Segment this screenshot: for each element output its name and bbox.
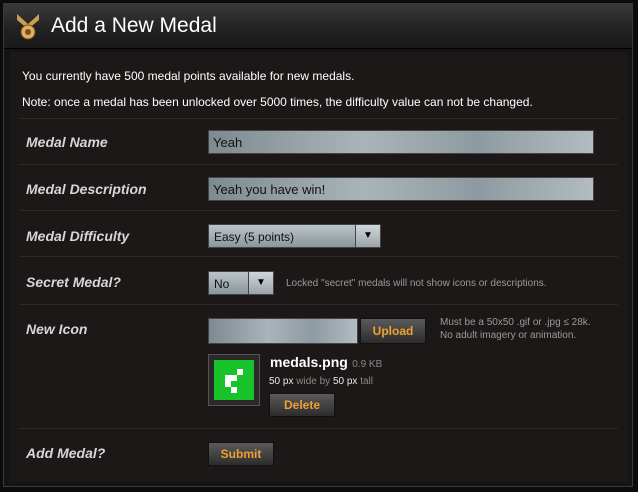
file-height: 50 px (332, 376, 358, 387)
file-dimensions: 50 px wide by 50 px tall (269, 376, 373, 387)
points-info: You currently have 500 medal points avai… (22, 69, 355, 83)
chevron-down-icon[interactable]: ▼ (355, 225, 380, 247)
secret-medal-label: Secret Medal? (26, 274, 121, 290)
file-name: medals.png (270, 354, 348, 370)
icon-file-input[interactable] (208, 318, 358, 344)
icon-preview (208, 354, 260, 406)
secret-hint: Locked "secret" medals will not show ico… (286, 278, 547, 289)
medal-icon (17, 14, 39, 40)
delete-button[interactable]: Delete (269, 393, 335, 417)
medal-description-input[interactable]: Yeah you have win! (208, 177, 594, 201)
upload-button[interactable]: Upload (360, 318, 426, 344)
form-panel: You currently have 500 medal points avai… (10, 52, 628, 482)
file-width: 50 px (269, 376, 294, 387)
difficulty-select[interactable]: Easy (5 points) ▼ (208, 224, 381, 248)
title-bar: Add a New Medal (4, 4, 632, 49)
secret-select[interactable]: No ▼ (208, 271, 274, 295)
add-medal-label: Add Medal? (26, 445, 106, 461)
submit-button[interactable]: Submit (208, 442, 274, 466)
row-add-medal (20, 428, 618, 479)
medal-difficulty-label: Medal Difficulty (26, 228, 130, 244)
new-icon-label: New Icon (26, 321, 88, 337)
medal-name-input[interactable]: Yeah (208, 130, 594, 154)
chevron-down-icon[interactable]: ▼ (248, 272, 273, 294)
file-size: 0.9 KB (352, 359, 383, 370)
file-info: medals.png 0.9 KB (270, 354, 382, 372)
icon-hint-content: No adult imagery or animation. (440, 330, 577, 341)
medal-description-label: Medal Description (26, 181, 147, 197)
difficulty-value: Easy (5 points) (214, 230, 295, 244)
icon-hint-size: Must be a 50x50 .gif or .jpg ≤ 28k. (440, 317, 591, 328)
tall-text: tall (360, 376, 373, 387)
medal-name-label: Medal Name (26, 134, 108, 150)
wide-by-text: wide by (296, 376, 331, 387)
medal-icon-preview (214, 360, 254, 400)
difficulty-note: Note: once a medal has been unlocked ove… (22, 95, 533, 109)
page-title: Add a New Medal (51, 14, 217, 37)
secret-value: No (214, 277, 230, 291)
